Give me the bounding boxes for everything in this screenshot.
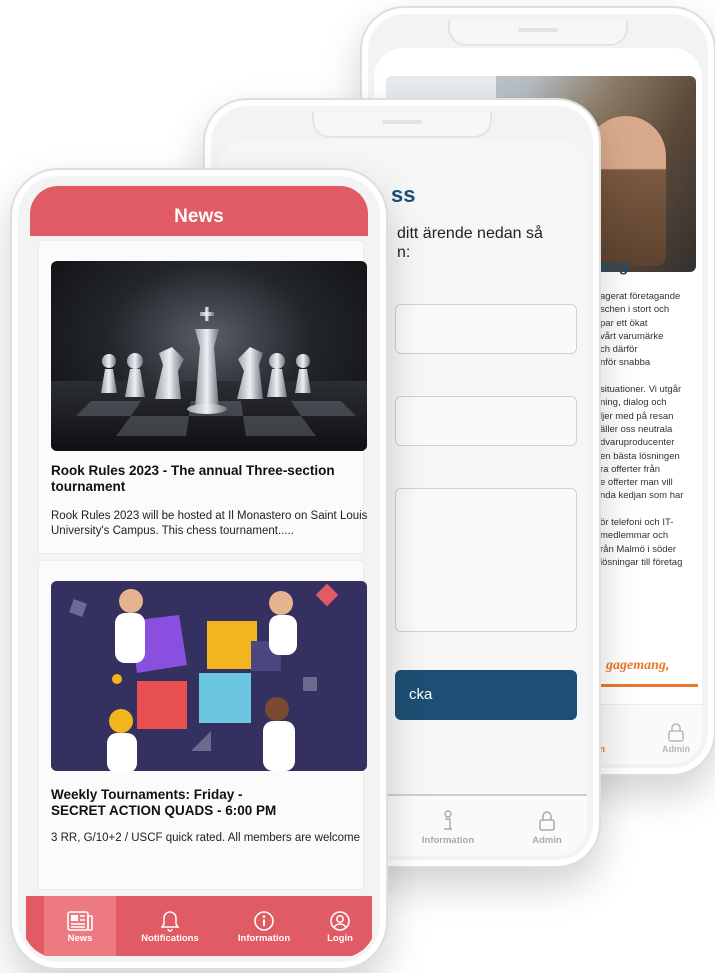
nav-item-news[interactable]: News: [44, 896, 116, 956]
nav-item-admin[interactable]: Admin: [527, 810, 567, 846]
nav-label: Information: [421, 835, 475, 846]
news-excerpt: 3 RR, G/10+2 / USCF quick rated. All mem…: [51, 832, 361, 844]
nav-item-notifications[interactable]: Notifications: [122, 896, 218, 956]
back-heading: ang: [600, 258, 629, 275]
news-title: Weekly Tournaments: Friday - SECRET ACTI…: [51, 787, 277, 818]
message-textarea[interactable]: [395, 488, 577, 632]
lock-icon: [539, 811, 555, 831]
form-field-2[interactable]: [395, 396, 577, 446]
info-person-icon: [444, 810, 452, 830]
front-screen: News Rook Rules 2023 - The annual Three-…: [22, 182, 376, 958]
nav-label: News: [67, 933, 93, 944]
phone-notch: [448, 20, 628, 46]
nav-label: Information: [237, 933, 291, 944]
info-icon: [254, 911, 274, 931]
nav-label: Login: [327, 933, 353, 944]
page-title: ss: [391, 182, 416, 207]
news-icon: [67, 911, 93, 931]
lock-icon: [668, 723, 684, 742]
nav-item-information[interactable]: Information: [413, 810, 483, 846]
chess-pieces-image: [51, 261, 367, 451]
puzzle-teamwork-image: [51, 581, 367, 771]
app-header: News: [30, 186, 368, 236]
nav-label: Admin: [532, 835, 562, 846]
news-excerpt: Rook Rules 2023 will be hosted at Il Mon…: [51, 510, 368, 537]
back-logo: gagemang,: [606, 658, 670, 673]
news-title: Rook Rules 2023 - The annual Three-secti…: [51, 463, 335, 494]
phone-notch: [312, 112, 492, 138]
divider: [600, 684, 698, 687]
bell-icon: [160, 911, 180, 932]
nav-label: Admin: [662, 744, 690, 754]
page-title: News: [174, 206, 224, 227]
news-card[interactable]: Rook Rules 2023 - The annual Three-secti…: [38, 240, 367, 554]
form-instructions: ditt ärende nedan så n:: [397, 225, 543, 261]
back-paragraph: agerat företagande schen i stort och par…: [600, 291, 684, 568]
nav-item-admin[interactable]: Admin: [656, 722, 696, 754]
bottom-nav: News Notifications Information Login: [26, 896, 372, 956]
user-icon: [330, 911, 350, 931]
nav-item-information[interactable]: Information: [224, 896, 304, 956]
nav-label: Notifications: [141, 933, 199, 944]
form-field-1[interactable]: [395, 304, 577, 354]
phone-front: News Rook Rules 2023 - The annual Three-…: [10, 168, 388, 970]
nav-item-login[interactable]: Login: [310, 896, 370, 956]
news-card[interactable]: Weekly Tournaments: Friday - SECRET ACTI…: [38, 560, 367, 890]
send-button[interactable]: cka: [395, 670, 577, 720]
